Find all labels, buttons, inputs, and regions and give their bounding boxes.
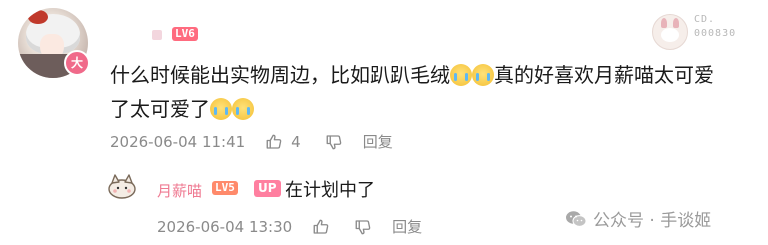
reply-meta: 2026-06-04 13:30 回复 xyxy=(157,216,422,237)
crying-emoji-icon xyxy=(232,98,254,120)
wechat-icon xyxy=(566,210,587,227)
comment-timestamp: 2026-06-04 11:41 xyxy=(110,132,246,151)
level-badge: LV6 xyxy=(172,27,198,41)
commenter-name-blurred[interactable] xyxy=(152,30,162,40)
fan-badge-avatar xyxy=(652,14,688,50)
crying-emoji-icon xyxy=(472,64,494,86)
reply-button[interactable]: 回复 xyxy=(392,216,422,237)
comment-text: 什么时候能出实物周边，比如趴趴毛绒 真的好喜欢月薪喵太可爱了太可爱了 xyxy=(110,58,730,126)
fan-badge-id: CD. 000830 xyxy=(694,13,736,41)
up-badge: UP xyxy=(254,180,281,197)
reply-avatar[interactable] xyxy=(107,172,137,200)
like-icon[interactable] xyxy=(312,218,330,236)
avatar-badge: 大 xyxy=(64,50,90,76)
reply-timestamp: 2026-06-04 13:30 xyxy=(157,217,293,236)
fan-badge-id-line1: CD. xyxy=(694,14,716,25)
like-icon[interactable] xyxy=(265,133,283,151)
comment-thread: 大 LV6 CD. 000830 什么时候能出实物周边，比如趴趴毛绒 真的好喜欢月… xyxy=(0,0,768,245)
like-count: 4 xyxy=(291,132,301,151)
crying-emoji-icon xyxy=(210,98,232,120)
fan-badge-id-line2: 000830 xyxy=(694,28,737,39)
fan-badge-ear xyxy=(673,18,679,28)
crying-emoji-icon xyxy=(450,64,472,86)
avatar-bow xyxy=(28,10,48,24)
reply-text: 在计划中了 xyxy=(285,180,375,201)
dislike-icon[interactable] xyxy=(325,133,343,151)
comment-meta: 2026-06-04 11:41 4 回复 xyxy=(110,131,393,152)
reply-level-badge: LV5 xyxy=(212,181,238,195)
fan-badge-ear xyxy=(661,18,667,28)
dislike-icon[interactable] xyxy=(354,218,372,236)
watermark: 公众号 · 手谈姬 xyxy=(565,206,711,231)
fan-badge-face xyxy=(661,28,679,42)
reply-button[interactable]: 回复 xyxy=(363,131,393,152)
comment-text-part1: 什么时候能出实物周边，比如趴趴毛绒 xyxy=(110,63,450,87)
watermark-text: 公众号 · 手谈姬 xyxy=(593,211,712,231)
reply-author-name[interactable]: 月薪喵 xyxy=(157,180,202,201)
